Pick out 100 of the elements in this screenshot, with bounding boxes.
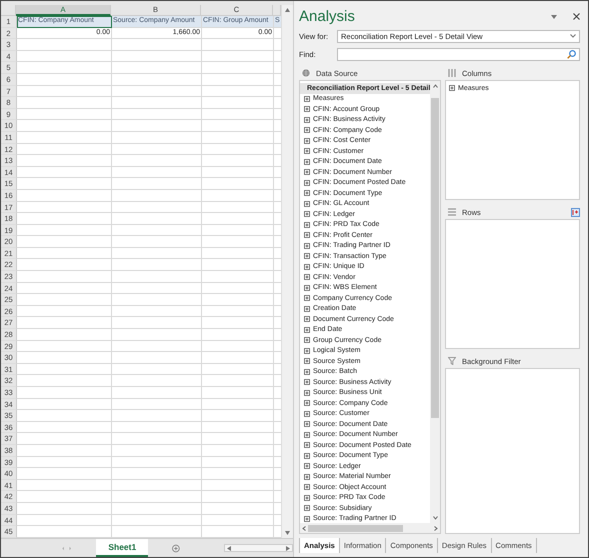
- table-cell[interactable]: [202, 352, 274, 364]
- dropdown-icon[interactable]: [551, 14, 557, 18]
- table-cell[interactable]: [112, 166, 202, 178]
- table-cell[interactable]: [202, 491, 274, 503]
- table-cell[interactable]: [112, 202, 202, 214]
- table-cell[interactable]: [17, 39, 112, 51]
- expand-icon[interactable]: [304, 410, 310, 417]
- expand-icon[interactable]: [304, 432, 310, 438]
- table-cell[interactable]: [202, 410, 274, 422]
- table-cell[interactable]: [112, 62, 202, 74]
- table-cell[interactable]: [17, 317, 112, 330]
- expand-icon[interactable]: [304, 421, 310, 428]
- expand-icon[interactable]: [304, 96, 310, 102]
- expand-icon[interactable]: [304, 148, 310, 154]
- table-cell[interactable]: [112, 468, 202, 480]
- table-cell[interactable]: [112, 144, 202, 156]
- table-cell[interactable]: [112, 526, 202, 538]
- table-cell[interactable]: [112, 398, 202, 410]
- table-cell[interactable]: [17, 294, 112, 306]
- search-icon[interactable]: [567, 50, 576, 58]
- table-cell[interactable]: [17, 306, 112, 318]
- table-cell[interactable]: [17, 514, 112, 526]
- table-cell[interactable]: [202, 108, 274, 120]
- table-cell[interactable]: [17, 178, 112, 190]
- table-cell[interactable]: [17, 387, 112, 399]
- table-cell[interactable]: [112, 155, 202, 167]
- table-cell[interactable]: [112, 120, 202, 132]
- expand-icon[interactable]: [449, 85, 455, 92]
- expand-icon[interactable]: [304, 295, 310, 302]
- table-cell[interactable]: [17, 224, 112, 236]
- table-cell[interactable]: [17, 456, 112, 468]
- expand-icon[interactable]: [304, 442, 310, 448]
- table-cell[interactable]: [274, 340, 281, 352]
- table-cell[interactable]: [17, 248, 112, 260]
- table-cell[interactable]: [17, 202, 112, 214]
- table-cell[interactable]: [202, 502, 274, 515]
- table-cell[interactable]: [17, 526, 112, 538]
- table-cell[interactable]: [202, 155, 274, 167]
- table-cell[interactable]: [112, 329, 202, 341]
- table-cell[interactable]: [112, 236, 202, 248]
- table-cell[interactable]: [274, 202, 281, 214]
- scroll-down-icon[interactable]: [432, 516, 438, 520]
- expand-icon[interactable]: [304, 116, 310, 123]
- table-cell[interactable]: [202, 62, 274, 74]
- find-field[interactable]: [337, 48, 580, 60]
- table-cell[interactable]: [274, 398, 281, 410]
- table-cell[interactable]: [112, 213, 202, 225]
- table-cell[interactable]: [202, 248, 274, 260]
- table-cell[interactable]: [17, 120, 112, 132]
- expand-icon[interactable]: [304, 358, 310, 364]
- table-cell[interactable]: [17, 132, 112, 144]
- horizontal-scrollbar[interactable]: [300, 523, 440, 533]
- vertical-scrollbar[interactable]: [281, 5, 293, 538]
- table-cell[interactable]: [202, 387, 274, 399]
- scroll-up-icon[interactable]: [285, 8, 290, 12]
- table-cell[interactable]: [112, 86, 202, 98]
- table-cell[interactable]: [112, 39, 202, 51]
- sheet-tab[interactable]: Sheet1: [96, 539, 148, 557]
- table-cell[interactable]: [17, 422, 112, 434]
- table-cell[interactable]: [17, 410, 112, 422]
- table-cell[interactable]: [202, 364, 274, 376]
- scroll-left-icon[interactable]: [226, 546, 231, 550]
- table-cell[interactable]: [17, 213, 112, 225]
- table-cell[interactable]: [17, 108, 112, 120]
- table-cell[interactable]: [112, 387, 202, 399]
- expand-icon[interactable]: [304, 253, 310, 260]
- expand-icon[interactable]: [304, 400, 310, 406]
- horizontal-scrollbar[interactable]: [224, 544, 293, 552]
- expand-icon[interactable]: [304, 463, 310, 470]
- table-cell[interactable]: [112, 259, 202, 272]
- table-cell[interactable]: [17, 155, 112, 167]
- close-icon[interactable]: [573, 13, 580, 20]
- table-cell[interactable]: [202, 294, 274, 306]
- table-cell[interactable]: [112, 282, 202, 294]
- table-cell[interactable]: [202, 97, 274, 109]
- expand-icon[interactable]: [304, 516, 310, 522]
- table-cell[interactable]: [274, 166, 281, 178]
- table-cell[interactable]: [202, 178, 274, 190]
- table-cell[interactable]: [202, 144, 274, 156]
- table-cell[interactable]: [202, 236, 274, 248]
- table-cell[interactable]: [17, 340, 112, 352]
- table-cell[interactable]: [112, 74, 202, 86]
- expand-icon[interactable]: [304, 200, 310, 207]
- expand-icon[interactable]: [304, 106, 310, 112]
- table-cell[interactable]: [202, 74, 274, 86]
- table-cell[interactable]: [202, 120, 274, 132]
- expand-icon[interactable]: [304, 494, 310, 501]
- table-cell[interactable]: [112, 514, 202, 526]
- expand-icon[interactable]: [304, 326, 310, 333]
- table-cell[interactable]: [112, 97, 202, 109]
- table-cell[interactable]: [112, 248, 202, 260]
- table-cell[interactable]: [17, 271, 112, 283]
- table-cell[interactable]: [112, 190, 202, 202]
- table-cell[interactable]: [112, 178, 202, 190]
- expand-icon[interactable]: [304, 284, 310, 291]
- table-cell[interactable]: [17, 236, 112, 248]
- expand-icon[interactable]: [304, 158, 310, 165]
- expand-icon[interactable]: [304, 505, 310, 512]
- table-cell[interactable]: [17, 491, 112, 503]
- table-cell[interactable]: [17, 144, 112, 156]
